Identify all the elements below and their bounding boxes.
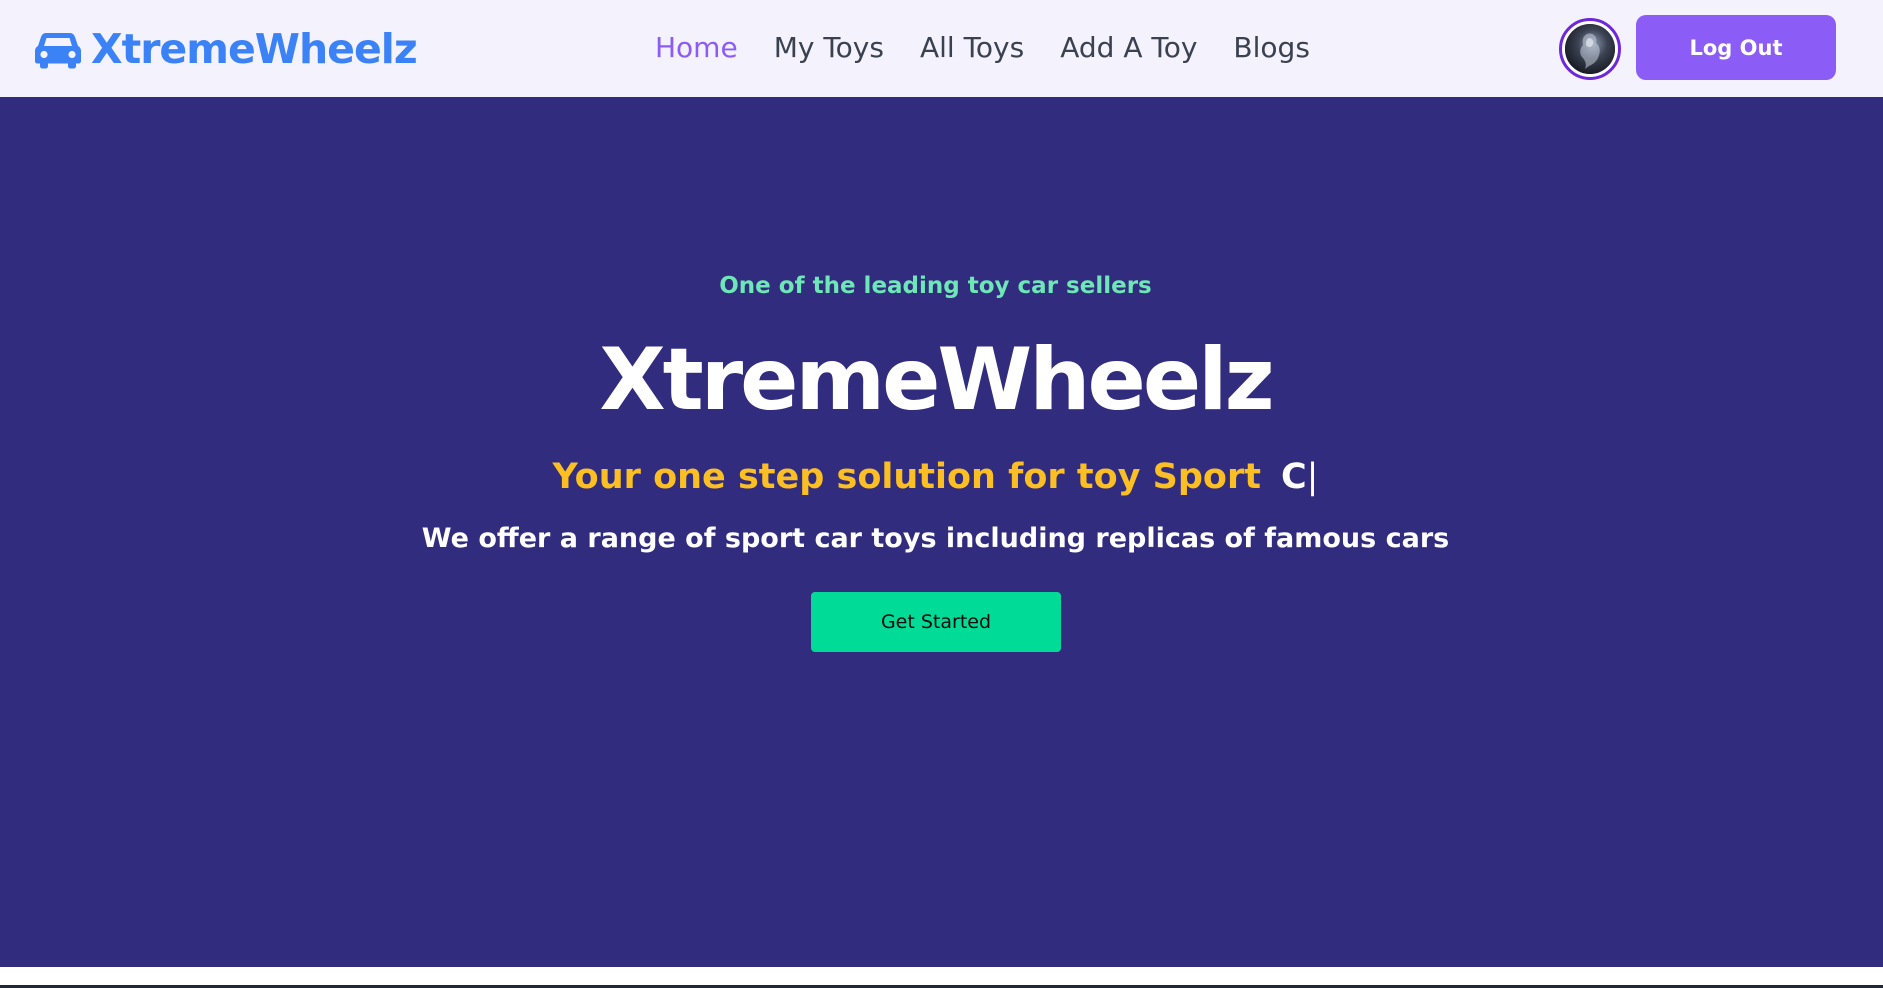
nav-link-blogs[interactable]: Blogs: [1233, 31, 1309, 64]
hero-typed-dynamic: C: [1280, 457, 1307, 497]
logout-button[interactable]: Log Out: [1636, 15, 1836, 80]
typing-cursor: |: [1306, 457, 1319, 497]
hero-description: We offer a range of sport car toys inclu…: [421, 523, 1450, 554]
nav-link-my-toys[interactable]: My Toys: [774, 31, 884, 64]
nav-menu: Home My Toys All Toys Add A Toy Blogs: [655, 28, 1310, 68]
hero-title: XtremeWheelz: [599, 330, 1274, 430]
nav-link-add-a-toy[interactable]: Add A Toy: [1060, 31, 1197, 64]
user-avatar[interactable]: [1559, 18, 1621, 80]
hero-banner: One of the leading toy car sellers Xtrem…: [0, 97, 1883, 967]
brand-name: XtremeWheelz: [91, 24, 418, 73]
hero-typed-static: Your one step solution for toy Sport: [552, 457, 1261, 497]
nav-link-home[interactable]: Home: [655, 31, 738, 64]
nav-link-all-toys[interactable]: All Toys: [920, 31, 1024, 64]
brand-logo-link[interactable]: XtremeWheelz: [35, 22, 418, 76]
navbar: XtremeWheelz Home My Toys All Toys Add A…: [0, 0, 1883, 97]
car-icon: [35, 33, 81, 69]
hero-typed-headline: Your one step solution for toy Sport C|: [0, 460, 1871, 495]
user-avatar-image: [1565, 24, 1615, 74]
get-started-button[interactable]: Get Started: [811, 592, 1061, 652]
hero-tagline: One of the leading toy car sellers: [719, 273, 1152, 299]
